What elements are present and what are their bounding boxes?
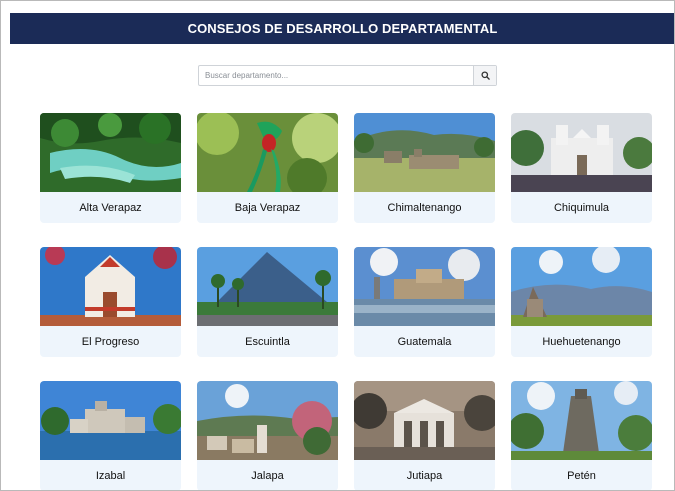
department-card-huehuetenango[interactable]: Huehuetenango (511, 247, 652, 357)
jutiapa-photo (354, 381, 495, 460)
department-label: Chiquimula (511, 192, 652, 223)
department-card-guatemala[interactable]: Guatemala (354, 247, 495, 357)
huehuetenango-photo (511, 247, 652, 326)
department-label: Guatemala (354, 326, 495, 357)
department-card-escuintla[interactable]: Escuintla (197, 247, 338, 357)
department-card-jalapa[interactable]: Jalapa (197, 381, 338, 490)
peten-photo (511, 381, 652, 460)
search-input[interactable] (199, 66, 473, 85)
department-label: Izabal (40, 460, 181, 490)
search-button[interactable] (473, 66, 496, 85)
guatemala-photo (354, 247, 495, 326)
department-label: Baja Verapaz (197, 192, 338, 223)
escuintla-photo (197, 247, 338, 326)
department-card-izabal[interactable]: Izabal (40, 381, 181, 490)
search-icon (480, 71, 490, 80)
izabal-photo (40, 381, 181, 460)
baja-verapaz-photo (197, 113, 338, 192)
page-header: CONSEJOS DE DESARROLLO DEPARTAMENTAL (10, 13, 674, 44)
page-title: CONSEJOS DE DESARROLLO DEPARTAMENTAL (187, 21, 498, 36)
el-progreso-photo (40, 247, 181, 326)
department-card-el-progreso[interactable]: El Progreso (40, 247, 181, 357)
search-bar (198, 65, 497, 86)
department-label: Chimaltenango (354, 192, 495, 223)
jalapa-photo (197, 381, 338, 460)
department-label: Jalapa (197, 460, 338, 490)
alta-verapaz-photo (40, 113, 181, 192)
department-label: Alta Verapaz (40, 192, 181, 223)
department-card-peten[interactable]: Petén (511, 381, 652, 490)
department-grid: Alta Verapaz Baja Verapaz Chimaltenango … (40, 113, 654, 490)
department-card-jutiapa[interactable]: Jutiapa (354, 381, 495, 490)
department-label: Jutiapa (354, 460, 495, 490)
department-card-alta-verapaz[interactable]: Alta Verapaz (40, 113, 181, 223)
department-card-chimaltenango[interactable]: Chimaltenango (354, 113, 495, 223)
department-label: Escuintla (197, 326, 338, 357)
chimaltenango-photo (354, 113, 495, 192)
page-frame: CONSEJOS DE DESARROLLO DEPARTAMENTAL Alt… (0, 0, 675, 491)
department-card-baja-verapaz[interactable]: Baja Verapaz (197, 113, 338, 223)
department-label: Huehuetenango (511, 326, 652, 357)
department-card-chiquimula[interactable]: Chiquimula (511, 113, 652, 223)
department-label: El Progreso (40, 326, 181, 357)
chiquimula-photo (511, 113, 652, 192)
department-label: Petén (511, 460, 652, 490)
